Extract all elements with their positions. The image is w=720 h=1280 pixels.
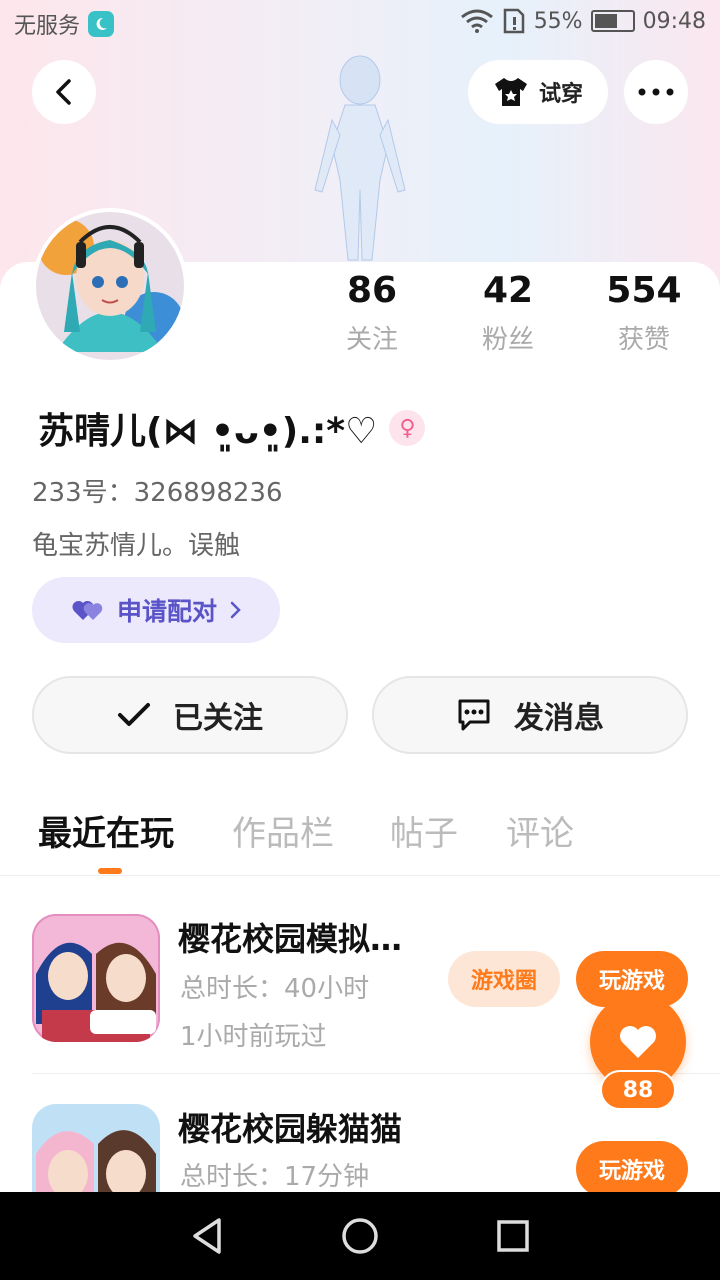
triangle-back-icon (192, 1218, 221, 1254)
like-count-badge: 88 (600, 1070, 676, 1110)
moon-icon (88, 11, 115, 37)
message-label: 发消息 (514, 701, 604, 736)
stat-label: 获赞 (617, 325, 670, 355)
checkmark-icon (118, 703, 150, 726)
pair-label: 申请配对 (116, 597, 217, 626)
chevron-right-icon (230, 601, 241, 619)
try-on-button[interactable]: 试穿 (468, 60, 608, 124)
square-recents-icon (497, 1220, 530, 1252)
game-duration: 总时长：17分钟 (180, 1162, 370, 1192)
tab-posts[interactable]: 帖子 (390, 806, 458, 855)
dressup-avatar-figure (314, 55, 406, 261)
double-heart-icon (72, 600, 103, 620)
system-navigation-bar (0, 1192, 720, 1280)
more-dots-icon (638, 88, 674, 96)
female-gender-icon: ♀ (389, 410, 426, 446)
status-bar: 无服务 55% 09:48 (0, 0, 720, 48)
chat-bubble-icon (458, 699, 490, 731)
send-message-button[interactable]: 发消息 (372, 676, 688, 754)
battery-icon (590, 10, 635, 32)
nav-back-button[interactable] (177, 1206, 237, 1266)
tab-works[interactable]: 作品栏 (232, 806, 334, 855)
stat-likes[interactable]: 554 获赞 (574, 270, 714, 356)
user-bio: 龟宝苏情儿。误触 (32, 531, 241, 561)
tshirt-icon (494, 78, 527, 106)
stat-value: 554 (606, 270, 682, 311)
game-title: 樱花校园躲猫猫 (178, 1110, 403, 1148)
more-options-button[interactable] (624, 60, 688, 124)
avatar[interactable] (32, 208, 188, 364)
game-icon[interactable] (32, 914, 160, 1042)
stat-value: 42 (482, 270, 534, 311)
stat-label: 关注 (345, 325, 398, 355)
chevron-left-icon (56, 79, 71, 105)
clock: 09:48 (642, 8, 706, 34)
stat-following[interactable]: 86 关注 (302, 270, 442, 356)
game-last-played: 1小时前玩过 (180, 1022, 327, 1052)
user-id: 233号：326898236 (32, 478, 283, 508)
carrier-text: 无服务 (14, 14, 81, 39)
game-icon[interactable] (32, 1104, 160, 1192)
battery-percent: 55% (533, 8, 583, 34)
stat-label: 粉丝 (481, 325, 534, 355)
username: 苏晴儿(⋈ •͈ᴗ•͈).:*♡ ♀ (38, 402, 426, 454)
tab-recently-played[interactable]: 最近在玩 (38, 806, 174, 855)
followed-label: 已关注 (173, 701, 263, 736)
circle-home-icon (342, 1218, 378, 1254)
play-game-button[interactable]: 玩游戏 (576, 1141, 688, 1192)
try-on-label: 试穿 (538, 82, 583, 107)
nav-recents-button[interactable] (483, 1206, 543, 1266)
username-text: 苏晴儿(⋈ •͈ᴗ•͈).:*♡ (38, 411, 378, 452)
tab-comments[interactable]: 评论 (506, 806, 574, 855)
stat-value: 86 (346, 270, 398, 311)
back-button[interactable] (32, 60, 96, 124)
stat-fans[interactable]: 42 粉丝 (438, 270, 578, 356)
profile-tabs: 最近在玩 作品栏 帖子 评论 (0, 806, 720, 876)
active-tab-indicator (98, 868, 122, 874)
game-title: 樱花校园模拟… (178, 920, 403, 958)
nav-home-button[interactable] (330, 1206, 390, 1266)
request-pairing-button[interactable]: 申请配对 (32, 577, 280, 643)
wifi-icon (460, 9, 493, 33)
game-duration: 总时长：40小时 (180, 974, 370, 1004)
game-circle-button[interactable]: 游戏圈 (448, 951, 560, 1007)
sim-alert-icon (503, 8, 524, 34)
followed-button[interactable]: 已关注 (32, 676, 348, 754)
heart-icon (620, 1026, 656, 1058)
